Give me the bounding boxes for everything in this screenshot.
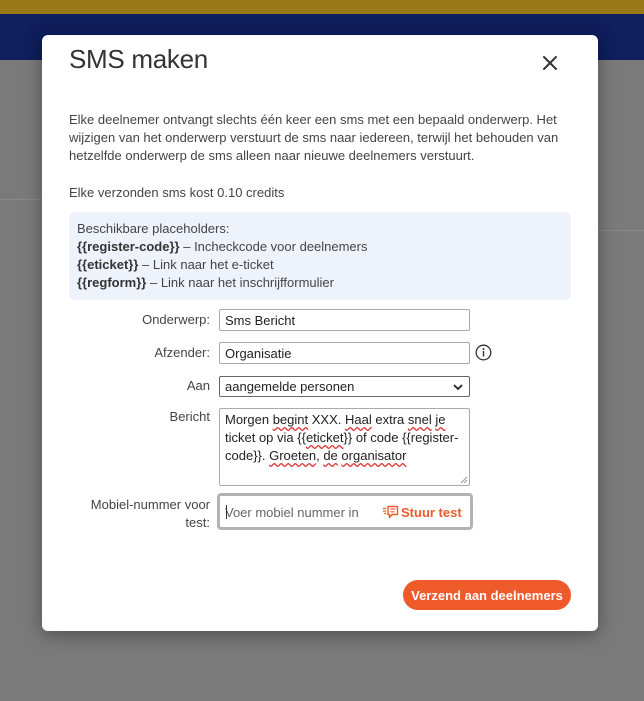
modal-title: SMS maken	[69, 44, 208, 74]
message-textarea[interactable]: Morgen begint XXX. Haal extra snel je ti…	[219, 408, 470, 486]
message-text: organisator	[341, 448, 407, 463]
test-number-group: Stuur test	[217, 493, 473, 530]
placeholder-desc: – Link naar het inschrijfformulier	[146, 275, 334, 290]
info-icon[interactable]	[475, 344, 492, 361]
message-text: begint	[272, 412, 309, 427]
placeholders-box: Beschikbare placeholders: {{register-cod…	[69, 212, 571, 300]
sms-modal: SMS maken Elke deelnemer ontvangt slecht…	[42, 35, 598, 631]
placeholder-desc: – Link naar het e-ticket	[138, 257, 274, 272]
text-caret	[226, 505, 227, 519]
message-text: Morgen	[225, 412, 273, 427]
message-text: de	[323, 448, 338, 463]
send-test-button[interactable]: Stuur test	[382, 502, 462, 522]
placeholder-item: {{regform}} – Link naar het inschrijffor…	[77, 274, 563, 292]
message-text: eticket	[305, 430, 344, 445]
message-text: snel	[407, 412, 432, 427]
test-number-label-line: Mobiel-nummer voor	[90, 497, 210, 512]
to-select-value: aangemelde personen	[225, 379, 355, 394]
close-icon	[543, 56, 557, 70]
placeholder-desc: – Incheckcode voor deelnemers	[179, 239, 368, 254]
background-divider	[598, 230, 644, 231]
test-number-label: Mobiel-nummer voor test:	[70, 496, 210, 532]
background-top-bar	[0, 0, 644, 14]
message-text: Haal	[344, 412, 372, 427]
placeholder-item: {{eticket}} – Link naar het e-ticket	[77, 256, 563, 274]
subject-input[interactable]	[219, 309, 470, 331]
background-divider	[0, 199, 42, 200]
cost-text: Elke verzonden sms kost 0.10 credits	[69, 185, 285, 200]
message-text: XXX.	[308, 412, 345, 427]
message-text: je	[435, 412, 446, 427]
subject-label: Onderwerp:	[142, 312, 210, 327]
placeholder-code: {{regform}}	[77, 275, 147, 290]
sender-input[interactable]	[219, 342, 470, 364]
placeholder-item: {{register-code}} – Incheckcode voor dee…	[77, 238, 563, 256]
placeholder-code: {{register-code}}	[77, 239, 180, 254]
test-number-input[interactable]	[225, 502, 375, 522]
intro-text: Elke deelnemer ontvangt slechts één keer…	[69, 112, 559, 163]
send-test-label: Stuur test	[401, 504, 462, 520]
message-label: Bericht	[169, 409, 210, 424]
placeholders-heading: Beschikbare placeholders:	[77, 221, 230, 236]
sms-send-icon	[382, 505, 399, 519]
send-to-participants-button[interactable]: Verzend aan deelnemers	[403, 580, 571, 610]
message-text: extra	[371, 412, 408, 427]
message-text: ticket op via {{	[225, 430, 306, 445]
test-number-label-line: test:	[185, 515, 210, 530]
to-select[interactable]: aangemelde personen	[219, 376, 470, 397]
to-label: Aan	[186, 378, 210, 393]
close-button[interactable]	[538, 51, 562, 75]
resize-grip-icon[interactable]	[460, 476, 468, 484]
chevron-down-icon	[453, 383, 463, 390]
placeholder-code: {{eticket}}	[77, 257, 139, 272]
sender-label: Afzender:	[154, 345, 210, 360]
message-text: Groeten	[269, 448, 317, 463]
